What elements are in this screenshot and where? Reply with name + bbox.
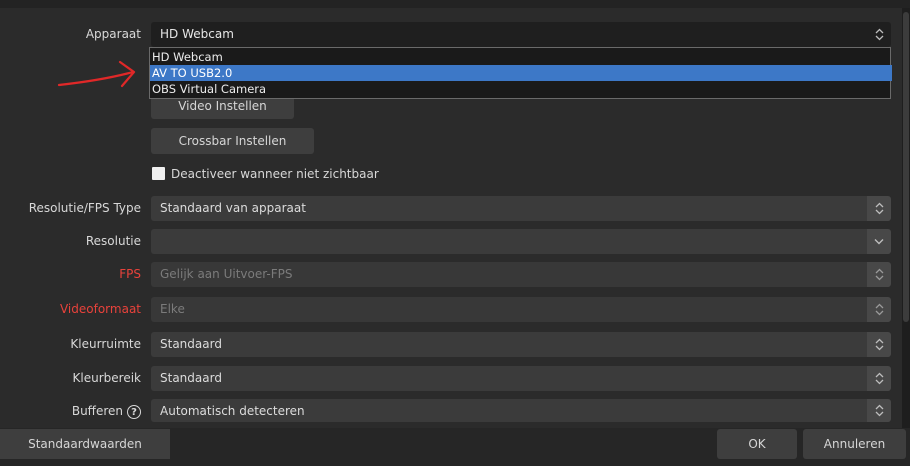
updown-arrows-icon (867, 297, 891, 322)
device-dropdown-list: HD Webcam AV TO USB2.0 OBS Virtual Camer… (149, 47, 892, 99)
red-arrow-annotation (57, 60, 136, 88)
deactivate-checkbox[interactable] (152, 167, 165, 180)
fps-label: FPS (119, 267, 141, 281)
device-select-value: HD Webcam (160, 27, 234, 41)
resolution-label: Resolutie (85, 234, 141, 248)
crossbar-settings-button[interactable]: Crossbar Instellen (151, 128, 314, 154)
updown-arrows-icon (867, 332, 891, 357)
top-band (0, 0, 910, 8)
cancel-button[interactable]: Annuleren (803, 429, 906, 459)
video-format-label: Videoformaat (59, 302, 141, 316)
color-space-value: Standaard (160, 337, 222, 351)
device-option-av-to-usb[interactable]: AV TO USB2.0 (150, 65, 892, 81)
device-select[interactable]: HD Webcam (151, 22, 891, 47)
buffering-label-row: Bufferen? (0, 399, 141, 423)
device-label: Apparaat (85, 27, 141, 41)
deactivate-checkbox-label: Deactiveer wanneer niet zichtbaar (171, 167, 379, 181)
buffering-label: Bufferen (71, 404, 123, 418)
fps-select[interactable]: Gelijk aan Uitvoer-FPS (151, 262, 891, 287)
video-format-select[interactable]: Elke (151, 297, 891, 322)
scrollbar-thumb[interactable] (903, 12, 909, 322)
video-format-value: Elke (160, 302, 185, 316)
color-space-label: Kleurruimte (70, 337, 141, 351)
updown-arrows-icon (867, 366, 891, 391)
updown-arrows-icon (867, 399, 891, 422)
color-space-select[interactable]: Standaard (151, 332, 891, 357)
help-icon[interactable]: ? (127, 404, 141, 419)
buffering-value: Automatisch detecteren (160, 404, 305, 418)
chevron-down-icon (867, 229, 891, 254)
color-range-value: Standaard (160, 371, 222, 385)
res-fps-type-value: Standaard van apparaat (160, 201, 306, 215)
res-fps-type-select[interactable]: Standaard van apparaat (151, 196, 891, 221)
resolution-select[interactable] (151, 229, 891, 254)
updown-arrows-icon (867, 262, 891, 287)
device-option-hd-webcam[interactable]: HD Webcam (150, 49, 892, 65)
defaults-button[interactable]: Standaardwaarden (0, 429, 170, 459)
buffering-select[interactable]: Automatisch detecteren (151, 399, 891, 422)
res-fps-type-label: Resolutie/FPS Type (28, 201, 141, 215)
ok-button[interactable]: OK (717, 429, 797, 459)
device-option-obs-virtual-camera[interactable]: OBS Virtual Camera (150, 81, 892, 97)
updown-arrows-icon (867, 196, 891, 221)
fps-value: Gelijk aan Uitvoer-FPS (160, 267, 293, 281)
color-range-label: Kleurbereik (72, 371, 141, 385)
updown-arrows-icon (867, 22, 891, 47)
color-range-select[interactable]: Standaard (151, 366, 891, 391)
